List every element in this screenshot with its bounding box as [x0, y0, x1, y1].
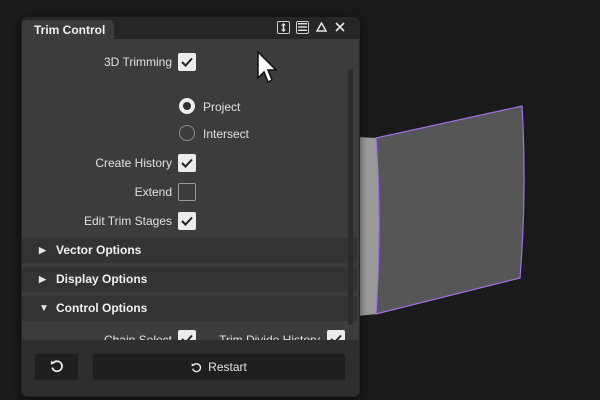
expand-vertical-icon[interactable] — [277, 19, 290, 35]
panel-footer: Restart — [22, 340, 359, 396]
mouse-cursor-icon — [256, 50, 280, 89]
vector-options-section[interactable]: ▶ Vector Options — [22, 238, 357, 263]
panel-titlebar[interactable]: Trim Control — [22, 18, 359, 39]
menu-icon[interactable] — [296, 19, 309, 35]
display-options-label: Display Options — [56, 272, 148, 286]
edit-trim-stages-label: Edit Trim Stages — [83, 214, 172, 228]
intersect-radio[interactable] — [179, 125, 195, 141]
extend-label: Extend — [134, 185, 172, 199]
restart-icon — [191, 362, 202, 373]
caret-down-icon: ▼ — [39, 303, 49, 314]
create-history-checkbox[interactable] — [178, 154, 196, 172]
collapse-icon[interactable] — [315, 19, 327, 35]
restart-label: Restart — [208, 360, 247, 374]
create-history-label: Create History — [95, 156, 172, 170]
edit-trim-stages-checkbox[interactable] — [178, 212, 196, 230]
intersect-radio-label: Intersect — [203, 127, 250, 141]
reset-icon — [50, 359, 64, 376]
panel-scrollbar[interactable] — [348, 69, 353, 325]
caret-right-icon: ▶ — [39, 274, 46, 284]
display-options-section[interactable]: ▶ Display Options — [22, 267, 357, 292]
close-icon[interactable] — [334, 19, 346, 35]
panel-content: 3D Trimming Project Intersect Create His… — [22, 39, 359, 348]
3d-trimming-label: 3D Trimming — [103, 55, 172, 69]
control-options-section[interactable]: ▼ Control Options — [22, 296, 357, 321]
restart-button[interactable]: Restart — [92, 353, 346, 381]
3d-trimming-checkbox[interactable] — [178, 53, 196, 71]
extend-checkbox[interactable] — [178, 183, 196, 201]
control-options-label: Control Options — [56, 301, 148, 315]
trim-control-panel: Trim Control 3D Trimming Project Interse… — [21, 17, 360, 397]
reset-button[interactable] — [34, 353, 79, 381]
project-radio-label: Project — [203, 100, 241, 114]
project-radio[interactable] — [179, 98, 195, 114]
vector-options-label: Vector Options — [56, 243, 142, 257]
caret-right-icon: ▶ — [39, 245, 46, 255]
panel-title-tab[interactable]: Trim Control — [22, 20, 114, 39]
